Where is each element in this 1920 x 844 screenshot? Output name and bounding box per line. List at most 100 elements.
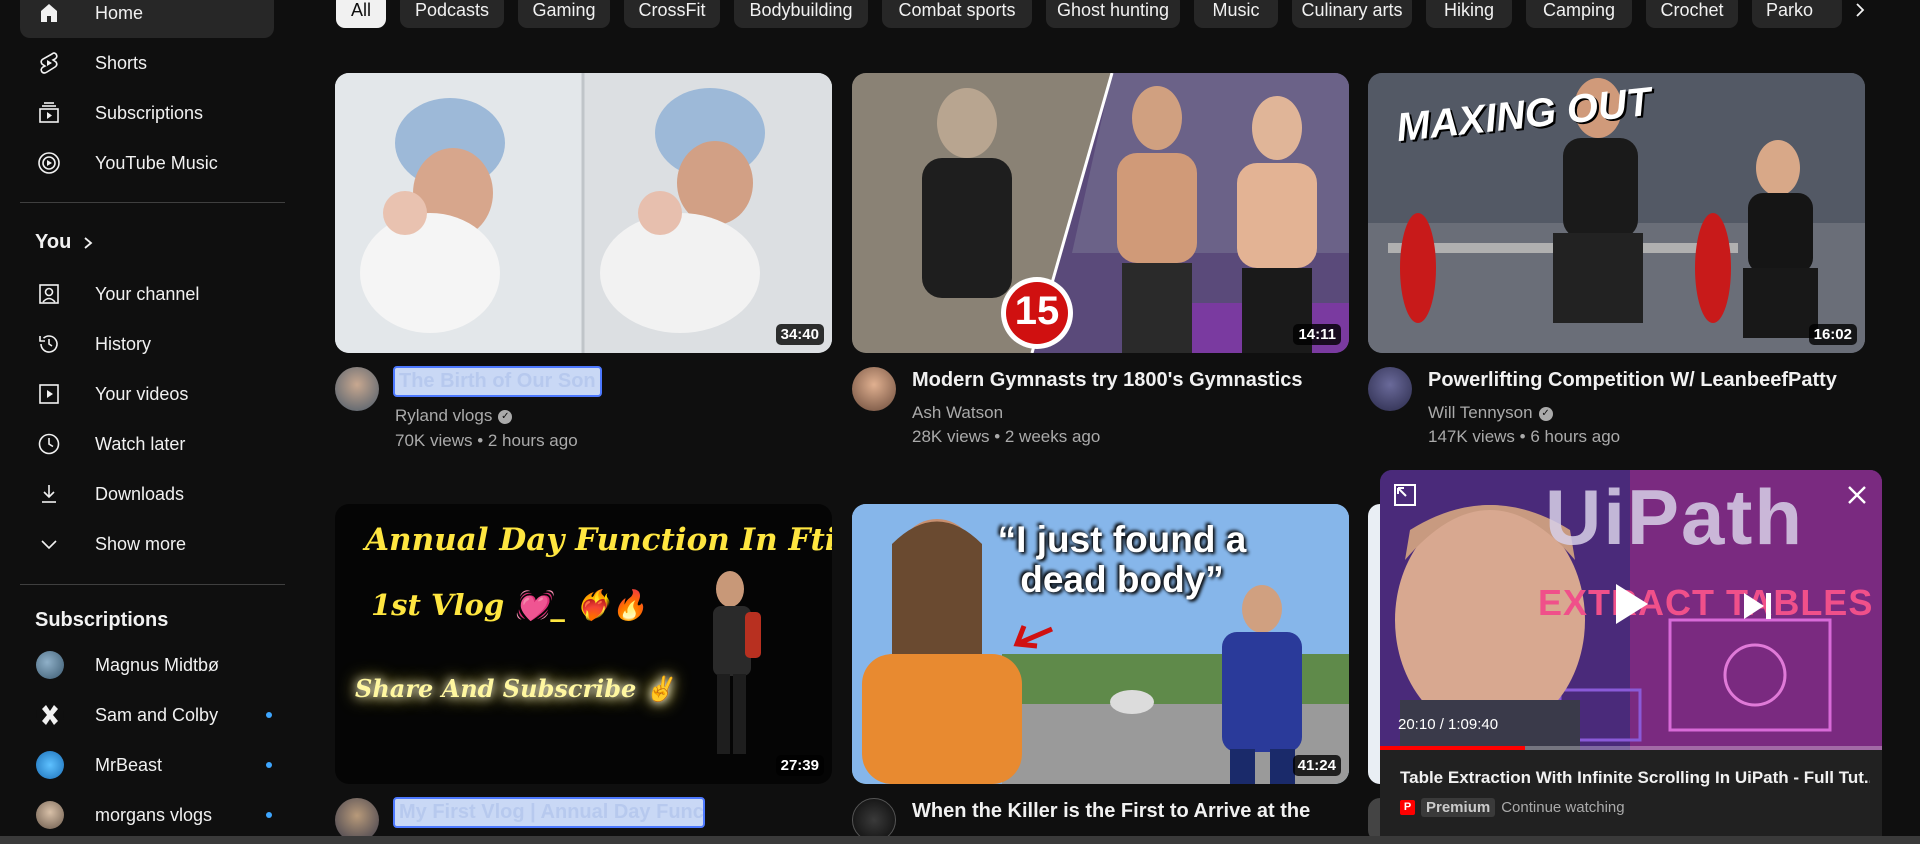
continue-watching-label: Continue watching	[1501, 799, 1625, 816]
channel-name-row[interactable]: Will Tennyson ✓	[1428, 403, 1553, 423]
youtube-music-icon	[36, 150, 62, 176]
video-stats: 28K views • 2 weeks ago	[912, 427, 1101, 446]
chevron-right-icon	[1856, 3, 1865, 17]
thumbnail-overlay-text: Share And Subscribe ✌️	[355, 674, 675, 703]
sidebar-item-your-videos[interactable]: Your videos	[20, 369, 274, 419]
channel-name-row[interactable]: Ryland vlogs ✓	[395, 406, 513, 426]
chip-all[interactable]: All	[336, 0, 386, 28]
miniplayer[interactable]: UiPath EXTRACT TABLES 20:10 / 1:09:40 Ta…	[1380, 470, 1882, 844]
sidebar-item-youtube-music[interactable]: YouTube Music	[20, 138, 274, 188]
channel-name[interactable]: Ryland vlogs	[395, 406, 492, 425]
watch-later-icon	[36, 431, 62, 457]
chip-crochet[interactable]: Crochet	[1646, 0, 1738, 28]
miniplayer-video[interactable]: UiPath EXTRACT TABLES 20:10 / 1:09:40	[1380, 470, 1882, 750]
play-icon[interactable]	[1608, 580, 1654, 628]
video-title[interactable]: Modern Gymnasts try 1800's Gymnastics	[912, 369, 1302, 392]
next-icon[interactable]	[1740, 590, 1774, 622]
sidebar-item-subscription[interactable]: morgans vlogs	[20, 790, 274, 840]
sidebar-item-subscriptions[interactable]: Subscriptions	[20, 88, 274, 138]
chip-gaming[interactable]: Gaming	[518, 0, 610, 28]
chip-ghost-hunting[interactable]: Ghost hunting	[1046, 0, 1180, 28]
video-overlay-text: EXTRACT TABLES	[1538, 582, 1874, 623]
you-section-heading[interactable]: You	[35, 231, 95, 254]
chip-bodybuilding[interactable]: Bodybuilding	[734, 0, 868, 28]
horizontal-scrollbar[interactable]	[0, 836, 1920, 844]
sidebar-item-your-channel[interactable]: Your channel	[20, 269, 274, 319]
thumbnail-overlay-text: Annual Day Function In Fti.......!!	[365, 522, 832, 558]
close-icon[interactable]	[1845, 483, 1869, 507]
video-title[interactable]: My First Vlog | Annual Day Function |	[393, 797, 705, 828]
you-heading-label: You	[35, 231, 72, 253]
sidebar-item-label: Home	[95, 2, 144, 23]
sidebar-item-label: Subscriptions	[95, 102, 204, 123]
video-stats: 147K views • 6 hours ago	[1428, 427, 1621, 446]
miniplayer-progress-fill	[1380, 746, 1526, 750]
chip-podcasts[interactable]: Podcasts	[400, 0, 504, 28]
video-duration: 34:40	[775, 324, 824, 345]
video-title[interactable]: Powerlifting Competition W/ LeanbeefPatt…	[1428, 369, 1837, 392]
sidebar: Home Shorts Subscriptions YouTube Music …	[0, 0, 290, 844]
video-thumbnail[interactable]: Annual Day Function In Fti.......!! 1st …	[335, 504, 832, 784]
video-duration: 14:11	[1293, 324, 1341, 345]
sidebar-item-history[interactable]: History	[20, 319, 274, 369]
your-channel-icon	[36, 281, 62, 307]
chip-hiking[interactable]: Hiking	[1426, 0, 1512, 28]
sidebar-item-label: Your videos	[95, 383, 189, 404]
channel-avatar[interactable]	[1368, 367, 1412, 411]
channel-avatar[interactable]	[335, 367, 379, 411]
video-title[interactable]: When the Killer is the First to Arrive a…	[912, 800, 1310, 823]
sidebar-item-show-more[interactable]: Show more	[20, 519, 274, 569]
sidebar-item-subscription[interactable]: Sam and Colby	[20, 690, 274, 740]
video-thumbnail[interactable]: “I just found a dead body” 41:24	[852, 504, 1349, 784]
sidebar-item-downloads[interactable]: Downloads	[20, 469, 274, 519]
thumbnail-image	[852, 73, 1349, 353]
shorts-icon	[36, 50, 62, 76]
verified-icon: ✓	[1538, 406, 1553, 421]
subscriptions-section-heading: Subscriptions	[35, 609, 168, 632]
video-thumbnail[interactable]: 15 14:11	[852, 73, 1349, 353]
sidebar-item-subscription[interactable]: Magnus Midtbø	[20, 640, 274, 690]
sidebar-item-label: Your channel	[95, 283, 200, 304]
video-thumbnail[interactable]: 34:40	[335, 73, 832, 353]
thumbnail-image	[335, 73, 832, 353]
video-duration: 27:39	[775, 755, 824, 776]
miniplayer-subtitle: P Premium Continue watching	[1400, 798, 1625, 817]
downloads-icon	[36, 481, 62, 507]
subscriptions-icon	[36, 100, 62, 126]
miniplayer-title[interactable]: Table Extraction With Infinite Scrolling…	[1400, 768, 1870, 788]
channel-name[interactable]: Will Tennyson	[1428, 403, 1533, 422]
sidebar-item-label: Shorts	[95, 52, 148, 73]
avatar	[36, 701, 64, 729]
avatar	[36, 751, 64, 779]
sidebar-item-label: History	[95, 333, 152, 354]
sidebar-item-label: Watch later	[95, 433, 186, 454]
video-thumbnail[interactable]: MAXING OUT 16:02	[1368, 73, 1865, 353]
chip-crossfit[interactable]: CrossFit	[624, 0, 720, 28]
chip-camping[interactable]: Camping	[1526, 0, 1632, 28]
chips-next-button[interactable]	[1840, 0, 1880, 28]
premium-badge: Premium	[1421, 798, 1496, 817]
sidebar-item-home[interactable]: Home	[20, 0, 274, 38]
sidebar-item-subscription[interactable]: MrBeast	[20, 740, 274, 790]
chip-music[interactable]: Music	[1194, 0, 1278, 28]
expand-icon[interactable]	[1392, 482, 1418, 508]
channel-avatar[interactable]	[852, 367, 896, 411]
video-thumbnail[interactable]	[1368, 504, 1380, 784]
sidebar-item-shorts[interactable]: Shorts	[20, 38, 274, 88]
sidebar-item-label: Show more	[95, 533, 187, 554]
channel-name[interactable]: Ash Watson	[912, 403, 1003, 423]
sidebar-item-label: Sam and Colby	[95, 704, 219, 725]
chip-culinary-arts[interactable]: Culinary arts	[1292, 0, 1412, 28]
sidebar-item-label: Downloads	[95, 483, 185, 504]
history-icon	[36, 331, 62, 357]
chip-parkour[interactable]: Parko	[1752, 0, 1842, 28]
video-brand-text: UiPath	[1545, 473, 1805, 561]
miniplayer-progress-bar[interactable]	[1380, 746, 1882, 750]
new-content-dot	[266, 762, 272, 768]
avatar	[36, 801, 64, 829]
video-title[interactable]: The Birth of Our Son	[393, 366, 602, 397]
sidebar-item-watch-later[interactable]: Watch later	[20, 419, 274, 469]
chip-combat-sports[interactable]: Combat sports	[882, 0, 1032, 28]
premium-icon: P	[1400, 800, 1415, 815]
video-duration: 16:02	[1808, 324, 1857, 345]
